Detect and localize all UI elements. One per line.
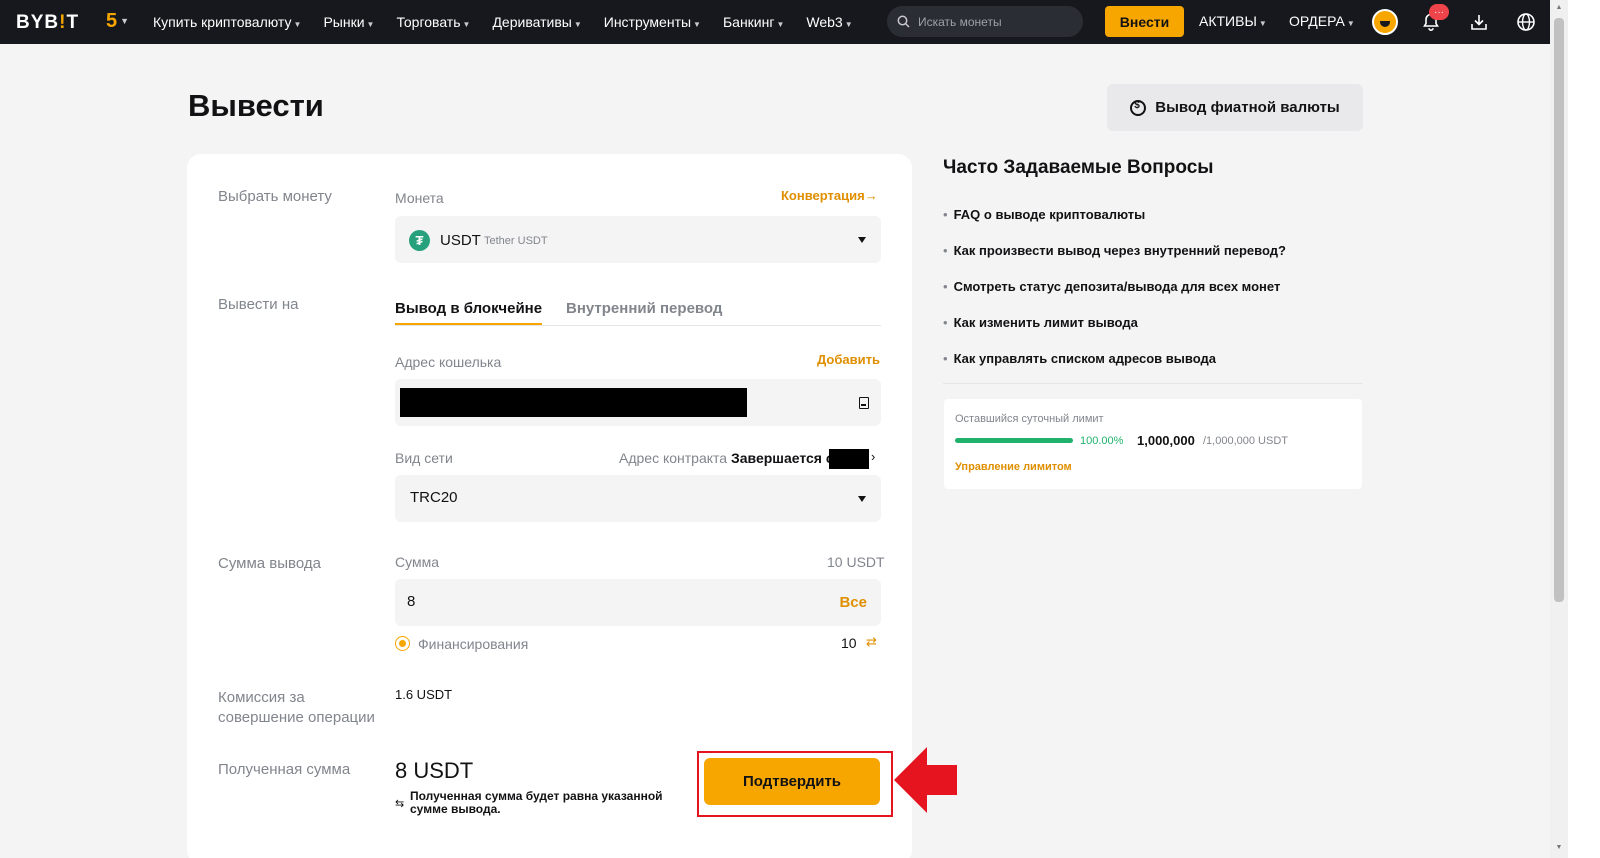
nav-item-tools[interactable]: Инструменты ▼ [604, 14, 701, 30]
daily-limit-card: Оставшийся суточный лимит 100.00% 1,000,… [944, 399, 1362, 489]
page-title: Вывести [188, 88, 324, 123]
assets-menu[interactable]: АКТИВЫ ▼ [1199, 13, 1267, 29]
anniversary-logo[interactable]: 5 ▼ [106, 9, 130, 33]
scroll-up-icon[interactable]: ▲ [1554, 4, 1564, 14]
funding-account-radio[interactable] [395, 636, 410, 651]
main-nav: Купить криптовалюту ▼ Рынки ▼ Торговать ▼ Д… [153, 0, 875, 44]
received-amount-note: Полученная сумма будет равна указанной с… [410, 789, 663, 816]
chevron-down-icon: ▼ [573, 20, 582, 29]
redacted-contract-suffix [829, 449, 869, 469]
fiat-withdraw-button[interactable]: Вывод фиатной валюты [1107, 84, 1363, 131]
coin-field-label: Монета [395, 190, 444, 206]
coin-ticker: USDT [440, 232, 481, 249]
swap-arrows-icon: ⇆ [395, 798, 405, 810]
amount-field[interactable]: Все [395, 579, 881, 626]
max-amount-button[interactable]: Все [839, 594, 867, 611]
nav-item-markets[interactable]: Рынки ▼ [323, 14, 374, 30]
fee-label: Комиссия за совершение операции [218, 689, 375, 726]
received-amount-value: 8 USDT [395, 758, 474, 783]
daily-limit-percent: 100.00% [1080, 435, 1124, 447]
nav-item-buy-crypto[interactable]: Купить криптовалюту ▼ [153, 14, 301, 30]
daily-limit-remaining: 1,000,000 [1137, 433, 1195, 448]
wallet-address-label: Адрес кошелька [395, 354, 502, 370]
network-value: TRC20 [410, 489, 458, 506]
nav-item-trade[interactable]: Торговать ▼ [396, 14, 470, 30]
chevron-down-icon [858, 236, 866, 243]
chevron-down-icon: ▼ [693, 20, 701, 29]
notification-badge: ··· [1429, 4, 1449, 20]
available-balance: 10 USDT [827, 554, 885, 570]
chevron-down-icon: ▼ [1258, 19, 1267, 28]
network-label: Вид сети [395, 450, 453, 466]
chevron-down-icon: ▼ [293, 20, 302, 29]
manage-limit-link[interactable]: Управление лимитом [955, 461, 1072, 473]
faq-link[interactable]: • Как произвести вывод через внутренний п… [943, 243, 1286, 258]
redacted-wallet-address [400, 388, 747, 417]
page-scrollbar[interactable]: ▲ ▼ [1550, 0, 1568, 858]
chevron-down-icon: ▼ [462, 20, 471, 29]
top-navigation-bar: BYB!T 5 ▼ Купить криптовалюту ▼ Рынки ▼ Тор… [0, 0, 1550, 44]
daily-limit-progress [955, 438, 1073, 443]
chevron-down-icon: ▼ [776, 20, 785, 29]
arrow-pointer-icon [894, 747, 957, 813]
add-address-link[interactable]: Добавить [817, 352, 880, 367]
chevron-down-icon: ▼ [366, 20, 375, 29]
address-book-icon[interactable] [859, 397, 869, 409]
amount-field-label: Сумма [395, 554, 439, 570]
faq-link[interactable]: • Как изменить лимит вывода [943, 315, 1138, 330]
nav-item-web3[interactable]: Web3 ▼ [806, 14, 852, 30]
orders-menu[interactable]: ОРДЕРА ▼ [1289, 13, 1355, 29]
tether-icon: ₮ [409, 230, 430, 251]
fee-value: 1.6 USDT [395, 687, 453, 702]
funding-account-label: Финансирования [418, 636, 529, 652]
faq-link[interactable]: • Смотреть статус депозита/вывода для все… [943, 279, 1280, 294]
chevron-down-icon: ▼ [120, 16, 130, 26]
funding-balance: 10 [841, 635, 857, 651]
tab-onchain[interactable]: Вывод в блокчейне [395, 300, 543, 325]
download-icon[interactable] [1467, 10, 1491, 34]
nav-item-banking[interactable]: Банкинг ▼ [723, 14, 784, 30]
faq-title: Часто Задаваемые Вопросы [943, 157, 1214, 178]
confirm-button[interactable]: Подтвердить [704, 758, 880, 805]
search-box[interactable] [887, 6, 1083, 37]
globe-icon[interactable] [1514, 10, 1538, 34]
coin-icon [1130, 99, 1147, 116]
select-coin-label: Выбрать монету [218, 188, 332, 205]
swap-icon[interactable]: ⇄ [866, 634, 877, 650]
chevron-down-icon [858, 495, 866, 502]
daily-limit-label: Оставшийся суточный лимит [955, 413, 1104, 425]
network-select[interactable]: TRC20 [395, 475, 881, 522]
coin-select[interactable]: ₮ USDT Tether USDT [395, 216, 881, 263]
faq-divider [943, 383, 1363, 384]
nav-item-derivatives[interactable]: Деривативы ▼ [492, 14, 581, 30]
bybit-logo[interactable]: BYB!T [16, 12, 79, 34]
withdraw-to-label: Вывести на [218, 296, 299, 313]
faq-link[interactable]: • FAQ о выводе криптовалюты [943, 207, 1145, 222]
received-amount-label: Полученная сумма [218, 761, 351, 778]
coin-full-name: Tether USDT [484, 235, 548, 247]
scrollbar-thumb[interactable] [1554, 18, 1564, 602]
faq-link[interactable]: • Как управлять списком адресов вывода [943, 351, 1216, 366]
daily-limit-total: /1,000,000 USDT [1203, 435, 1288, 447]
chevron-down-icon: ▼ [844, 20, 853, 29]
convert-link[interactable]: Конвертация→ [781, 188, 878, 203]
chevron-right-icon[interactable]: › [871, 449, 875, 464]
withdraw-amount-label: Сумма вывода [218, 555, 321, 572]
chevron-down-icon: ▼ [1346, 19, 1355, 28]
scroll-down-icon[interactable]: ▼ [1554, 844, 1564, 854]
tab-internal-transfer[interactable]: Внутренний перевод [566, 300, 722, 317]
search-input[interactable] [918, 14, 1068, 29]
withdraw-method-tabs: Вывод в блокчейне Внутренний перевод [395, 296, 881, 326]
deposit-button[interactable]: Внести [1105, 6, 1184, 37]
search-icon [897, 15, 910, 28]
window-edge [1568, 0, 1600, 858]
amount-input[interactable] [407, 593, 707, 610]
avatar[interactable] [1372, 9, 1398, 35]
contract-address[interactable]: Адрес контракта Завершается с [619, 450, 834, 466]
